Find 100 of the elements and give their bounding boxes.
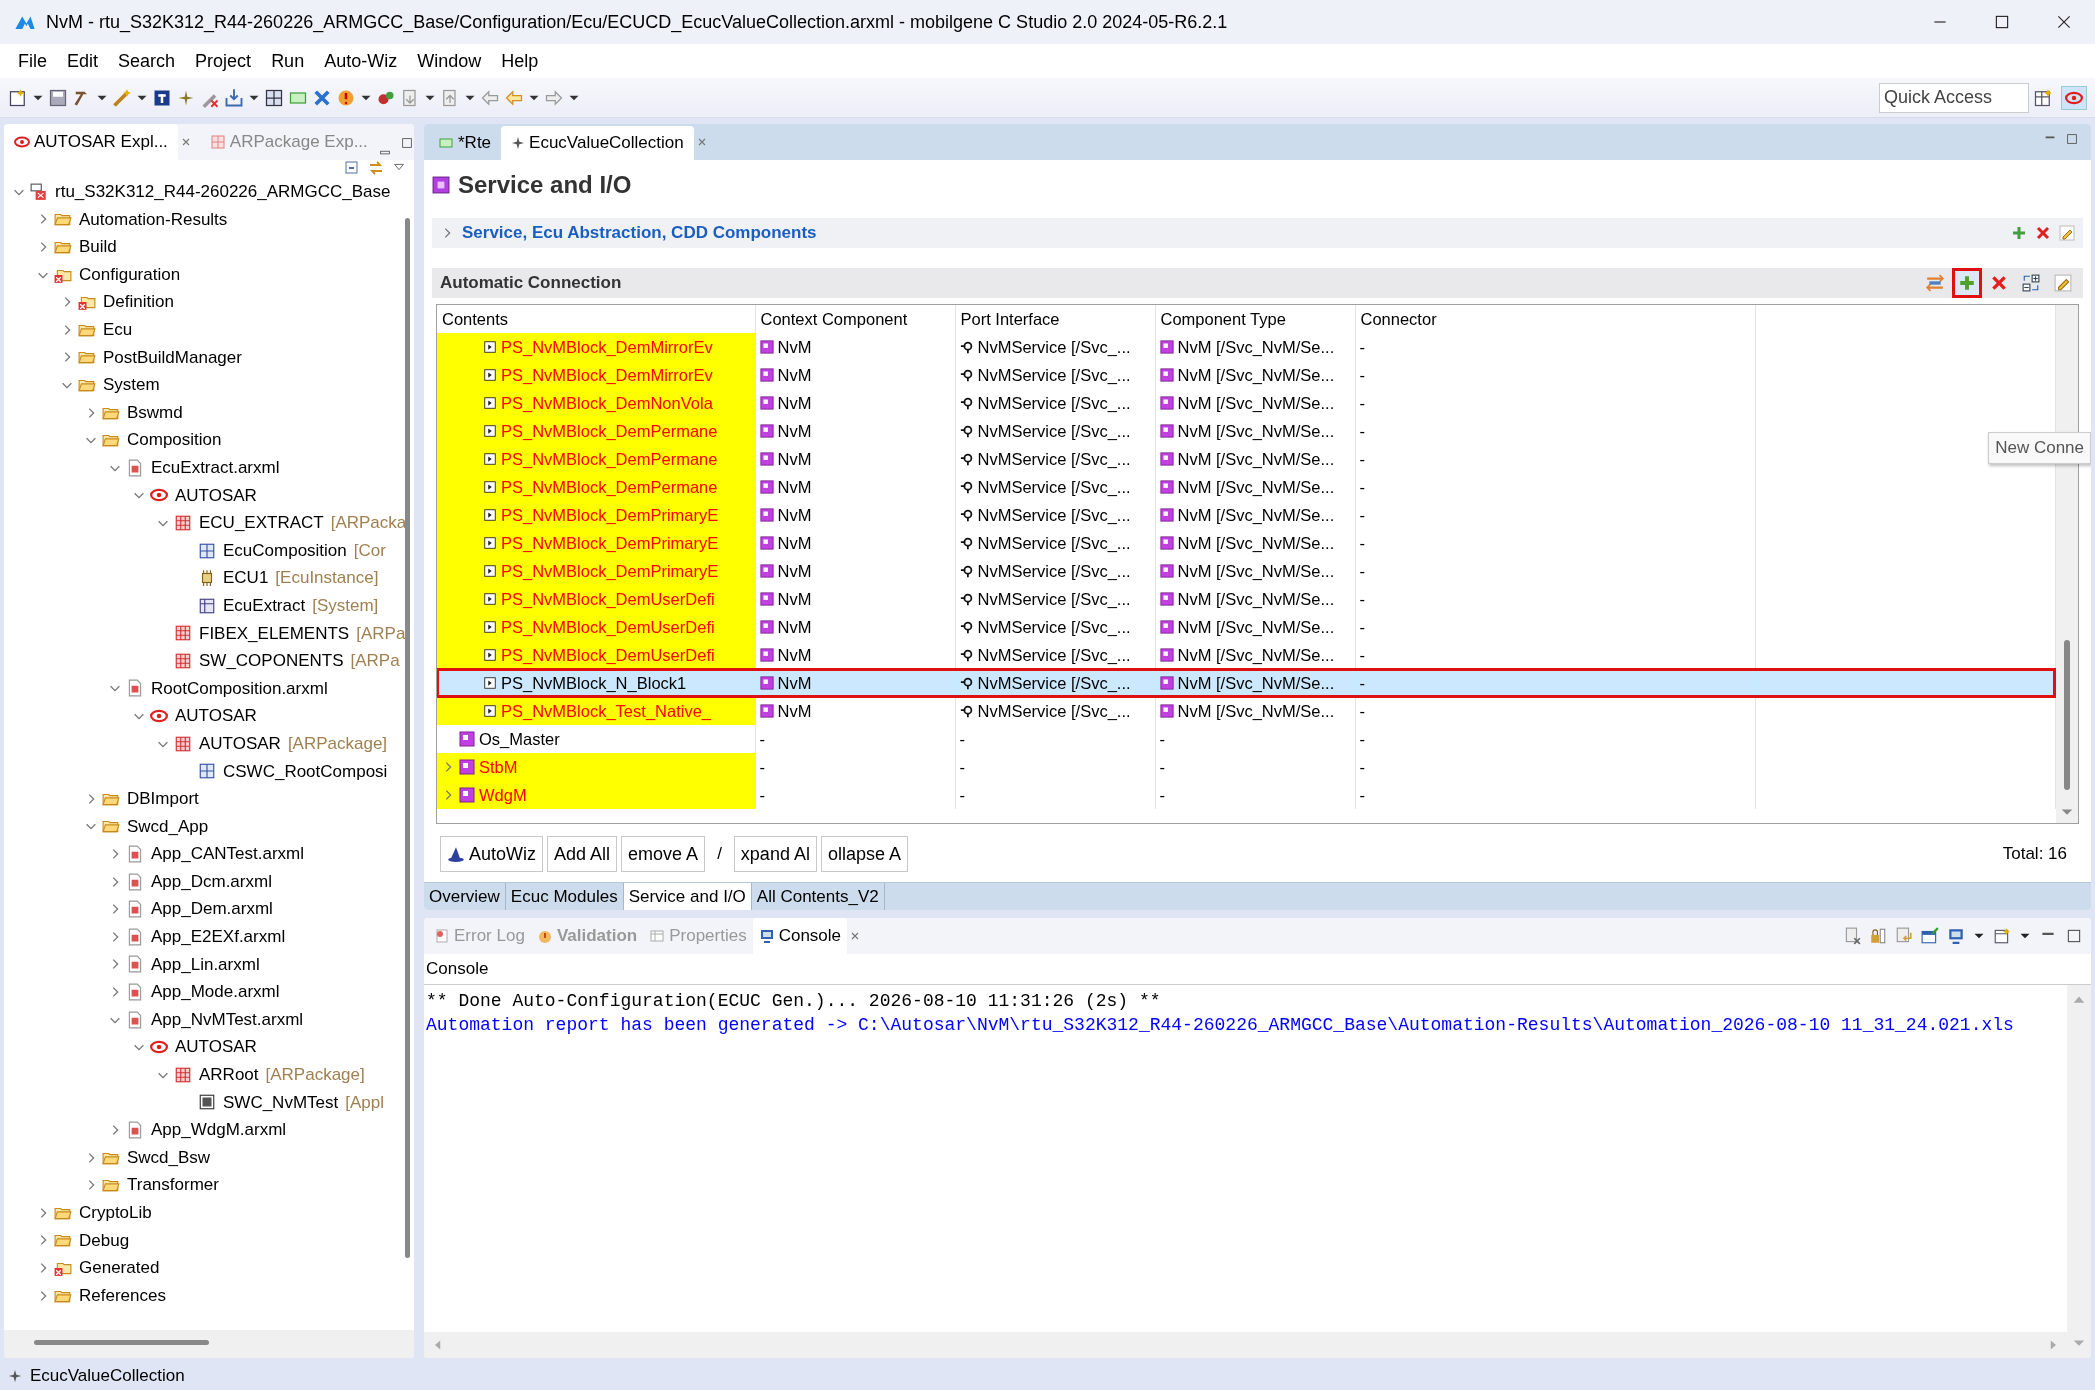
save-icon[interactable] xyxy=(48,87,68,108)
page-tab[interactable]: Overview xyxy=(424,883,506,910)
scrollbar-thumb[interactable] xyxy=(34,1340,209,1345)
tree-item[interactable]: App_WdgM.arxml xyxy=(148,1117,290,1143)
table-row[interactable]: PS_NvMBlock_DemPrimaryE NvM NvMService [/Svc_... NvM [/Svc_NvM/Se... - xyxy=(437,501,2055,529)
open-perspective-icon[interactable] xyxy=(2033,87,2053,108)
tree-item[interactable]: App_Mode.arxml xyxy=(148,979,283,1005)
page-tab[interactable]: Service and I/O xyxy=(623,883,752,910)
tree-item[interactable]: Transformer xyxy=(124,1172,222,1198)
view-tab[interactable]: Console xyxy=(752,918,848,954)
tree-item[interactable]: FIBEX_ELEMENTS xyxy=(196,620,353,647)
table-row[interactable]: PS_NvMBlock_DemPrimaryE NvM NvMService [/Svc_... NvM [/Svc_NvM/Se... - xyxy=(437,529,2055,557)
tree-item[interactable]: Swcd_App xyxy=(124,813,212,840)
tree-item[interactable]: EcuExtract.arxml xyxy=(148,455,283,481)
display-console-icon[interactable] xyxy=(1947,927,1965,945)
menu-item[interactable]: Help xyxy=(491,45,549,77)
table-cell[interactable]: PS_NvMBlock_DemMirrorEv xyxy=(437,361,755,389)
table-cell[interactable]: PS_NvMBlock_DemPrimaryE xyxy=(437,501,755,529)
expand-collapse-icon[interactable] xyxy=(2019,271,2043,295)
table-row[interactable]: PS_NvMBlock_DemNonVola NvM NvMService [/Svc_... NvM [/Svc_NvM/Se... - xyxy=(437,389,2055,417)
tree-item[interactable]: References xyxy=(76,1282,169,1309)
menu-item[interactable]: Edit xyxy=(57,45,109,77)
table-row[interactable]: PS_NvMBlock_N_Block1 NvM NvMService [/Svc_... NvM [/Svc_NvM/Se... - xyxy=(437,669,2055,697)
table-cell[interactable]: PS_NvMBlock_DemPermane xyxy=(437,417,755,445)
tree-item[interactable]: DBImport xyxy=(124,786,202,812)
action-button[interactable]: emove A xyxy=(621,836,706,872)
table-cell[interactable]: PS_NvMBlock_DemPermane xyxy=(437,473,755,501)
editor-tab[interactable]: *Rte xyxy=(428,126,502,160)
column-header[interactable]: Connector xyxy=(1355,305,1755,333)
tree-item[interactable]: Automation-Results xyxy=(76,206,231,233)
tree-item[interactable]: CSWC_RootComposi xyxy=(220,758,391,784)
collapse-all-icon[interactable] xyxy=(344,160,360,176)
table-cell[interactable]: PS_NvMBlock_N_Block1 xyxy=(437,669,755,697)
action-button[interactable]: AutoWiz xyxy=(440,836,544,872)
table-row[interactable]: PS_NvMBlock_DemUserDefi NvM NvMService [/Svc_... NvM [/Svc_NvM/Se... - xyxy=(437,613,2055,641)
tree-item[interactable]: rtu_S32K312_R44-260226_ARMGCC_Base xyxy=(52,179,394,205)
section-title[interactable]: Service, Ecu Abstraction, CDD Components xyxy=(462,220,817,246)
tree-item[interactable]: App_Dem.arxml xyxy=(148,896,276,922)
table-row[interactable]: PS_NvMBlock_DemPrimaryE NvM NvMService [/Svc_... NvM [/Svc_NvM/Se... - xyxy=(437,557,2055,585)
tree-item[interactable]: ARRoot xyxy=(196,1062,262,1088)
tree-item[interactable]: SW_COPONENTS xyxy=(196,648,347,674)
clear-console-icon[interactable] xyxy=(1843,927,1861,945)
table-row[interactable]: PS_NvMBlock_DemMirrorEv NvM NvMService [/Svc_... NvM [/Svc_NvM/Se... - xyxy=(437,361,2055,389)
tree-item[interactable]: Composition xyxy=(124,427,225,453)
tree-item[interactable]: Swcd_Bsw xyxy=(124,1144,214,1171)
table-row[interactable]: PS_NvMBlock_DemUserDefi NvM NvMService [/Svc_... NvM [/Svc_NvM/Se... - xyxy=(437,585,2055,613)
table-row[interactable]: StbM - - - - xyxy=(437,753,2055,781)
table-cell[interactable]: PS_NvMBlock_DemNonVola xyxy=(437,389,755,417)
action-button[interactable]: Add All xyxy=(547,836,618,872)
table-cell[interactable]: WdgM xyxy=(437,781,755,809)
tree-item[interactable]: AUTOSAR xyxy=(172,1034,260,1060)
edit-icon[interactable] xyxy=(2051,271,2075,295)
table-row[interactable]: PS_NvMBlock_DemPermane NvM NvMService [/Svc_... NvM [/Svc_NvM/Se... - xyxy=(437,473,2055,501)
tree-item[interactable]: AUTOSAR xyxy=(172,703,260,729)
tree-item[interactable]: EcuExtract xyxy=(220,592,309,619)
table-cell[interactable]: PS_NvMBlock_DemUserDefi xyxy=(437,641,755,669)
scrollbar-thumb[interactable] xyxy=(405,218,410,1258)
tree-item[interactable]: PostBuildManager xyxy=(100,344,245,371)
tree-item[interactable]: Debug xyxy=(76,1227,133,1254)
word-wrap-icon[interactable] xyxy=(1895,927,1913,945)
maximize-icon[interactable] xyxy=(1993,13,2011,31)
scrollbar-thumb[interactable] xyxy=(2064,640,2070,790)
tree-item[interactable]: Build xyxy=(76,234,120,260)
tree-item[interactable]: Ecu xyxy=(100,317,136,343)
table-cell[interactable]: PS_NvMBlock_DemPrimaryE xyxy=(437,557,755,585)
view-tab[interactable]: AUTOSAR Expl... xyxy=(4,124,178,160)
table-row[interactable]: PS_NvMBlock_Test_Native_ NvM NvMService [/Svc_... NvM [/Svc_NvM/Se... - xyxy=(437,697,2055,725)
quick-access-field[interactable]: Quick Access xyxy=(1879,82,2029,113)
close-icon[interactable] xyxy=(2055,13,2073,31)
page-tab[interactable]: Ecuc Modules xyxy=(505,883,624,910)
menu-item[interactable]: Project xyxy=(185,45,262,77)
table-cell[interactable]: PS_NvMBlock_DemUserDefi xyxy=(437,585,755,613)
tree-item[interactable]: App_Dcm.arxml xyxy=(148,868,275,895)
scroll-lock-icon[interactable] xyxy=(1869,927,1887,945)
tree-item[interactable]: App_E2EXf.arxml xyxy=(148,924,289,950)
column-header[interactable]: Port Interface xyxy=(955,305,1155,333)
tree-item[interactable]: App_CANTest.arxml xyxy=(148,841,308,867)
add-icon[interactable] xyxy=(2011,225,2027,241)
tree-item[interactable]: App_Lin.arxml xyxy=(148,951,263,978)
menu-item[interactable]: Search xyxy=(108,45,186,77)
table-cell[interactable]: PS_NvMBlock_DemUserDefi xyxy=(437,613,755,641)
open-console-icon[interactable] xyxy=(1993,927,2011,945)
tree-item[interactable]: Configuration xyxy=(76,261,184,288)
table-cell[interactable]: PS_NvMBlock_DemPermane xyxy=(437,445,755,473)
column-header[interactable]: Component Type xyxy=(1155,305,1355,333)
page-tab[interactable]: All Contents_V2 xyxy=(751,883,885,910)
tree-item[interactable]: App_NvMTest.arxml xyxy=(148,1006,307,1033)
table-row[interactable]: WdgM - - - - xyxy=(437,781,2055,809)
tree-item[interactable]: ECU_EXTRACT xyxy=(196,510,327,536)
table-cell[interactable]: StbM xyxy=(437,753,755,781)
tree-item[interactable]: AUTOSAR xyxy=(196,730,284,757)
tree-item[interactable]: RootComposition.arxml xyxy=(148,675,331,702)
editor-tab[interactable]: EcucValueCollection xyxy=(501,126,694,160)
action-button[interactable]: ollapse A xyxy=(820,836,908,872)
tree-item[interactable]: SWC_NvMTest xyxy=(220,1089,342,1116)
tree-item[interactable]: System xyxy=(100,372,163,398)
column-header[interactable]: Context Component xyxy=(755,305,955,333)
table-cell[interactable]: PS_NvMBlock_DemPrimaryE xyxy=(437,529,755,557)
pin-icon[interactable] xyxy=(1921,927,1939,945)
tree-item[interactable]: Generated xyxy=(76,1255,163,1281)
